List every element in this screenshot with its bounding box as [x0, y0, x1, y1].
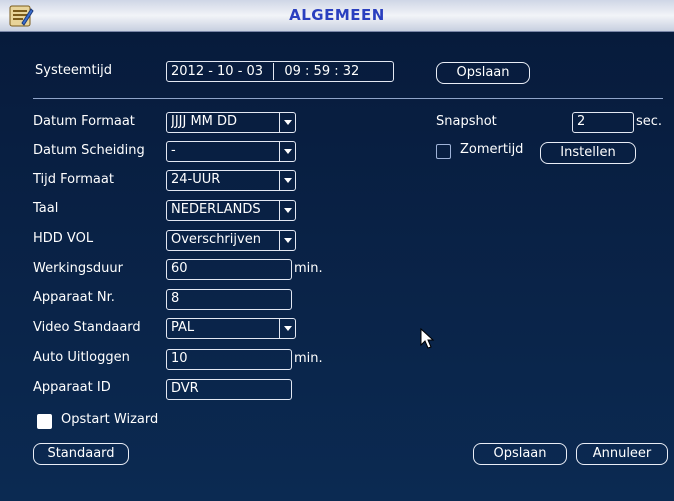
dst-checkbox[interactable] — [436, 144, 451, 159]
pack-duration-label: Werkingsduur — [33, 261, 123, 276]
mouse-cursor-icon — [420, 328, 435, 349]
language-select[interactable]: NEDERLANDS — [166, 200, 296, 221]
chevron-down-icon[interactable] — [279, 319, 295, 338]
date-format-label: Datum Formaat — [33, 114, 135, 129]
system-date-value[interactable]: 2012 - 10 - 03 — [171, 64, 263, 79]
auto-logout-unit: min. — [294, 351, 323, 366]
save-system-time-button[interactable]: Opslaan — [436, 62, 530, 84]
default-button[interactable]: Standaard — [33, 443, 129, 465]
title-bar: ALGEMEEN — [0, 0, 674, 32]
save-button[interactable]: Opslaan — [473, 443, 567, 465]
snapshot-input[interactable]: 2 — [572, 112, 634, 133]
system-time-label: Systeemtijd — [35, 63, 113, 78]
chevron-down-icon[interactable] — [279, 142, 295, 161]
date-separator-value: - — [171, 143, 176, 158]
pack-duration-input[interactable]: 60 — [166, 259, 292, 280]
chevron-down-icon[interactable] — [279, 231, 295, 250]
date-format-select[interactable]: JJJJ MM DD — [166, 112, 296, 133]
system-time-field[interactable]: 2012 - 10 - 03 09 : 59 : 32 — [166, 61, 394, 82]
device-id-label: Apparaat ID — [33, 380, 111, 395]
hdd-full-select[interactable]: Overschrijven — [166, 230, 296, 251]
pack-duration-unit: min. — [294, 261, 323, 276]
device-id-input[interactable]: DVR — [166, 379, 292, 400]
device-number-label: Apparaat Nr. — [33, 290, 115, 305]
device-number-input[interactable]: 8 — [166, 289, 292, 310]
chevron-down-icon[interactable] — [279, 201, 295, 220]
auto-logout-label: Auto Uitloggen — [33, 350, 130, 365]
dst-settings-button[interactable]: Instellen — [540, 142, 636, 164]
date-time-separator — [273, 63, 275, 80]
video-standard-value: PAL — [171, 320, 195, 335]
time-format-value: 24-UUR — [171, 172, 221, 187]
time-format-label: Tijd Formaat — [33, 172, 114, 187]
time-format-select[interactable]: 24-UUR — [166, 170, 296, 191]
dst-label: Zomertijd — [460, 142, 524, 157]
section-divider — [33, 98, 663, 99]
window-title: ALGEMEEN — [289, 6, 385, 24]
startup-wizard-checkbox[interactable] — [37, 414, 52, 429]
snapshot-label: Snapshot — [436, 114, 497, 129]
system-time-value[interactable]: 09 : 59 : 32 — [284, 64, 359, 79]
video-standard-label: Video Standaard — [33, 320, 141, 335]
date-separator-label: Datum Scheiding — [33, 143, 145, 158]
language-label: Taal — [33, 201, 59, 216]
startup-wizard-label: Opstart Wizard — [61, 412, 159, 427]
hdd-full-label: HDD VOL — [33, 231, 94, 246]
hdd-full-value: Overschrijven — [171, 232, 261, 247]
chevron-down-icon[interactable] — [279, 171, 295, 190]
date-format-value: JJJJ MM DD — [171, 114, 238, 129]
language-value: NEDERLANDS — [171, 202, 261, 217]
date-separator-select[interactable]: - — [166, 141, 296, 162]
snapshot-unit: sec. — [636, 114, 663, 129]
auto-logout-input[interactable]: 10 — [166, 349, 292, 370]
chevron-down-icon[interactable] — [279, 113, 295, 132]
cancel-button[interactable]: Annuleer — [576, 443, 668, 465]
video-standard-select[interactable]: PAL — [166, 318, 296, 339]
